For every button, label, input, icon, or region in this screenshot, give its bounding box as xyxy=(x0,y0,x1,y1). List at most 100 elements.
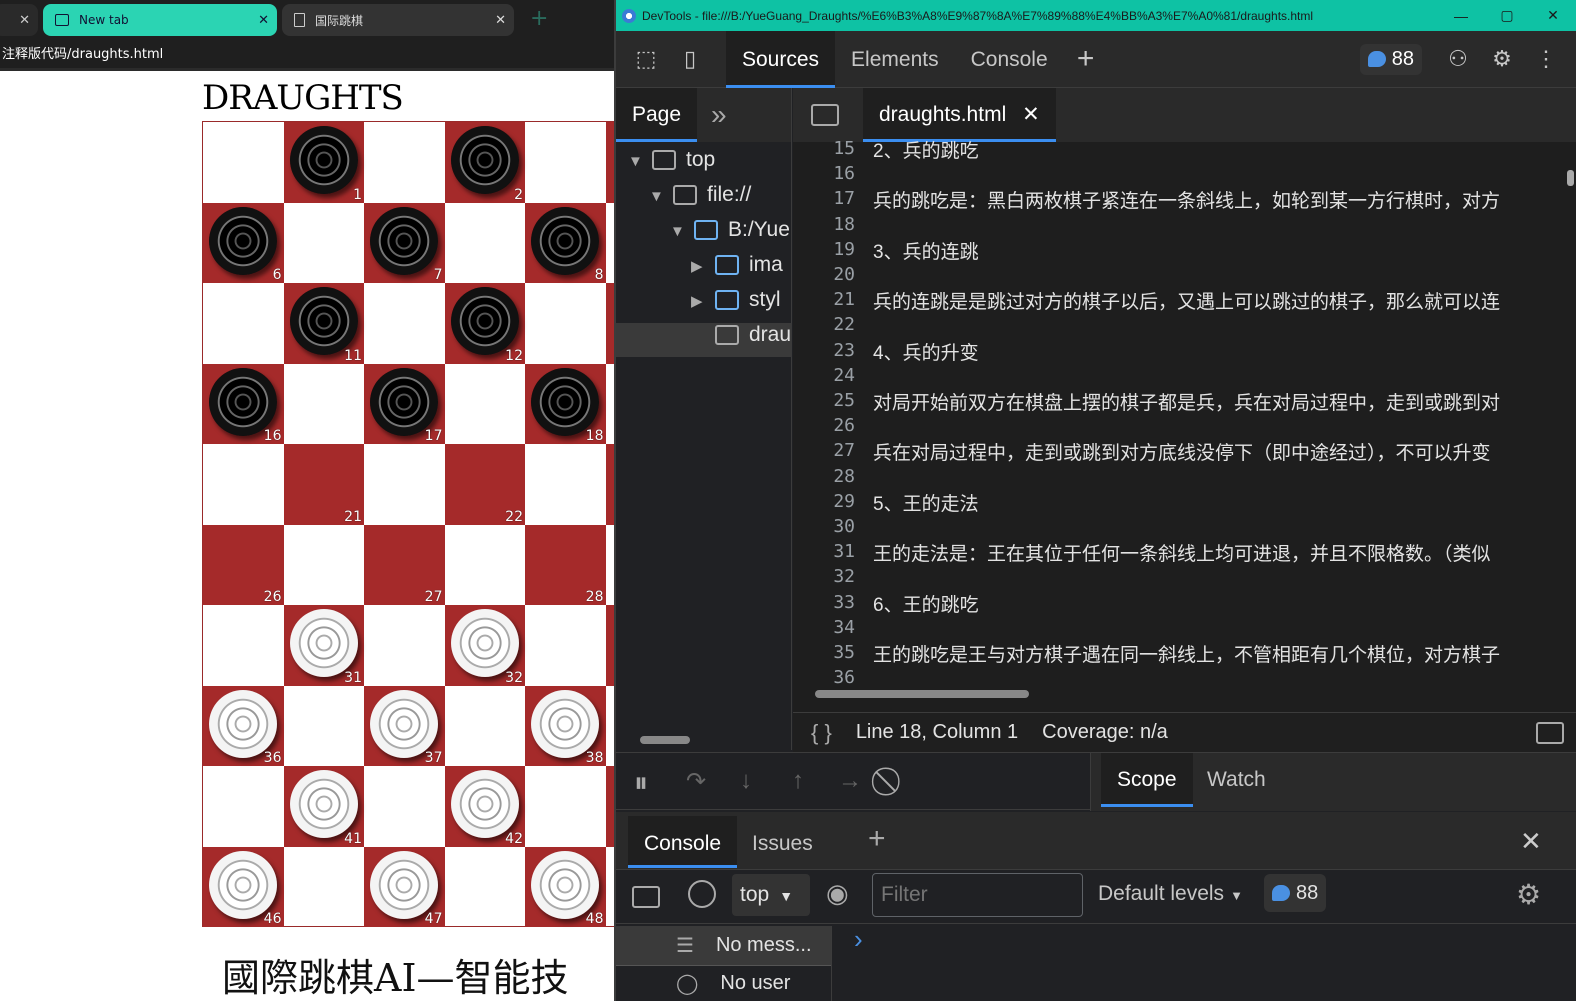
tab-console[interactable]: Console xyxy=(955,31,1064,88)
horizontal-scrollbar[interactable] xyxy=(640,736,690,744)
sidebar-item-user-messages[interactable]: ◯ No user xyxy=(616,966,831,1001)
line-number[interactable]: 31 xyxy=(793,541,855,562)
line-number[interactable]: 32 xyxy=(793,566,855,587)
line-number[interactable]: 22 xyxy=(793,314,855,335)
close-icon[interactable]: ✕ xyxy=(1022,103,1040,126)
more-options-icon[interactable]: ⋮ xyxy=(1524,39,1568,79)
tab-guoji-tiaoqi[interactable]: 国际跳棋 ✕ xyxy=(282,4,514,36)
board-square-12[interactable]: 12 xyxy=(444,283,525,364)
sidebar-item-messages[interactable]: ☰ No mess... xyxy=(616,926,831,966)
console-settings-gear-icon[interactable]: ⚙ xyxy=(1516,878,1541,911)
step-into-icon[interactable]: ↓ xyxy=(740,767,752,795)
context-selector[interactable]: top ▼ xyxy=(732,874,810,916)
board-square-13[interactable] xyxy=(605,283,614,364)
tree-item[interactable]: drau xyxy=(616,323,792,357)
vertical-scrollbar[interactable] xyxy=(1567,170,1574,186)
line-number[interactable]: 34 xyxy=(793,617,855,638)
board-square-27[interactable]: 27 xyxy=(364,524,445,605)
console-messages-badge[interactable]: 88 xyxy=(1264,874,1327,912)
board-square-18[interactable]: 18 xyxy=(525,363,606,444)
black-piece[interactable] xyxy=(289,287,358,355)
drawer-tab-console[interactable]: Console xyxy=(628,816,738,868)
board-square-42[interactable]: 42 xyxy=(444,766,525,847)
board-square-16[interactable]: 16 xyxy=(203,363,284,444)
black-piece[interactable] xyxy=(531,206,599,275)
tab-page[interactable]: Page xyxy=(616,88,698,142)
board-square-23[interactable] xyxy=(605,444,614,525)
tab-sources[interactable]: Sources xyxy=(726,30,836,88)
close-icon[interactable]: ✕ xyxy=(258,13,269,28)
pause-icon[interactable]: ⏸ xyxy=(634,767,648,800)
tab-draughts-html[interactable]: draughts.html ✕ xyxy=(863,88,1056,142)
live-expression-eye-icon[interactable]: ◉ xyxy=(826,878,849,909)
line-number[interactable]: 36 xyxy=(793,667,855,688)
collapse-arrow-icon[interactable]: ▶ xyxy=(691,257,715,275)
line-number[interactable]: 28 xyxy=(793,466,855,487)
close-drawer-icon[interactable]: ✕ xyxy=(1520,826,1542,857)
board-square-17[interactable]: 17 xyxy=(364,363,445,444)
line-number[interactable]: 15 xyxy=(793,138,855,159)
horizontal-scrollbar[interactable] xyxy=(815,690,1029,698)
show-sidebar-icon[interactable] xyxy=(632,886,660,908)
white-piece[interactable] xyxy=(289,609,358,677)
draughts-board[interactable]: 1 2 6 7 8 11 12 16 17 18 21 22 26 27 28 31 32 36 37 38 41 42 4… xyxy=(202,121,614,927)
board-square-33[interactable] xyxy=(605,605,614,686)
black-piece[interactable] xyxy=(531,367,599,436)
black-piece[interactable] xyxy=(450,287,519,355)
tree-item[interactable]: ▼ top xyxy=(628,148,715,172)
white-piece[interactable] xyxy=(209,850,277,919)
tree-item[interactable]: ▼ file:// xyxy=(649,183,751,207)
line-number[interactable]: 24 xyxy=(793,365,855,386)
line-number[interactable]: 18 xyxy=(793,214,855,235)
board-square-1[interactable]: 1 xyxy=(283,122,364,203)
tree-item[interactable]: ▼ B:/Yue xyxy=(670,218,790,242)
board-square-26[interactable]: 26 xyxy=(203,524,284,605)
code-line[interactable]: 对局开始前双方在棋盘上摆的棋子都是兵，兵在对局过程中，走到或跳到对 xyxy=(873,388,1553,415)
board-square-46[interactable]: 46 xyxy=(203,846,284,927)
white-piece[interactable] xyxy=(531,689,599,758)
line-number[interactable]: 17 xyxy=(793,188,855,209)
board-square-11[interactable]: 11 xyxy=(283,283,364,364)
black-piece[interactable] xyxy=(209,206,277,275)
board-square-7[interactable]: 7 xyxy=(364,202,445,283)
white-piece[interactable] xyxy=(370,850,438,919)
black-piece[interactable] xyxy=(370,367,438,436)
tab-watch[interactable]: Watch xyxy=(1191,753,1282,807)
tree-item[interactable]: ▶ ima xyxy=(691,253,783,277)
white-piece[interactable] xyxy=(370,689,438,758)
console-prompt-icon[interactable]: › xyxy=(854,924,863,955)
line-number[interactable]: 20 xyxy=(793,264,855,285)
board-square-47[interactable]: 47 xyxy=(364,846,445,927)
board-square-38[interactable]: 38 xyxy=(525,685,606,766)
line-number[interactable]: 30 xyxy=(793,516,855,537)
minimize-button[interactable]: — xyxy=(1438,8,1484,24)
board-square-3[interactable] xyxy=(605,122,614,203)
address-bar[interactable]: 注释版代码/draughts.html xyxy=(0,38,614,71)
black-piece[interactable] xyxy=(209,367,277,436)
close-window-button[interactable]: ✕ xyxy=(1530,7,1576,24)
board-square-43[interactable] xyxy=(605,766,614,847)
code-line[interactable]: 2、兵的跳吃 xyxy=(873,136,1553,163)
board-square-48[interactable]: 48 xyxy=(525,846,606,927)
step-out-icon[interactable]: ↑ xyxy=(792,767,804,795)
line-number[interactable]: 23 xyxy=(793,340,855,361)
board-square-31[interactable]: 31 xyxy=(283,605,364,686)
inspect-element-icon[interactable]: ⬚ xyxy=(624,39,668,79)
black-piece[interactable] xyxy=(289,126,358,194)
board-square-28[interactable]: 28 xyxy=(525,524,606,605)
line-number[interactable]: 27 xyxy=(793,440,855,461)
board-square-32[interactable]: 32 xyxy=(444,605,525,686)
code-line[interactable]: 兵的跳吃是：黑白两枚棋子紧连在一条斜线上，如轮到某一方行棋时，对方 xyxy=(873,186,1553,213)
console-filter-input[interactable] xyxy=(872,873,1083,917)
messages-badge[interactable]: 88 xyxy=(1359,43,1422,75)
line-number[interactable]: 29 xyxy=(793,491,855,512)
black-piece[interactable] xyxy=(370,206,438,275)
line-number[interactable]: 33 xyxy=(793,592,855,613)
step-icon[interactable]: → xyxy=(838,767,862,795)
board-square-22[interactable]: 22 xyxy=(444,444,525,525)
settings-gear-icon[interactable]: ⚙ xyxy=(1480,39,1524,79)
line-number[interactable]: 25 xyxy=(793,390,855,411)
line-number[interactable]: 26 xyxy=(793,415,855,436)
tab-new-tab[interactable]: New tab ✕ xyxy=(43,4,277,36)
line-number[interactable]: 19 xyxy=(793,239,855,260)
